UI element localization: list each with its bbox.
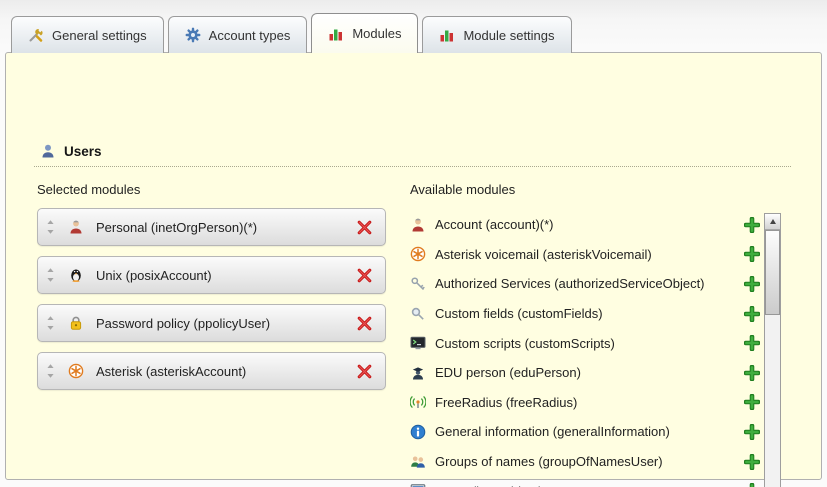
module-label: Hosts (hostObject) xyxy=(435,484,736,487)
lock-icon xyxy=(68,315,84,331)
selected-module-row[interactable]: Personal (inetOrgPerson)(*) xyxy=(37,208,386,246)
add-module-button[interactable] xyxy=(744,276,760,292)
add-module-button[interactable] xyxy=(744,306,760,322)
remove-module-button[interactable] xyxy=(356,363,373,380)
available-module-row: Custom fields (customFields) xyxy=(410,299,760,329)
add-module-button[interactable] xyxy=(744,335,760,351)
remove-module-button[interactable] xyxy=(356,267,373,284)
tab-bar: General settings Account types Modules Modu… xyxy=(11,13,572,53)
host-icon xyxy=(410,483,426,487)
scrollbar-up-button[interactable] xyxy=(765,214,780,230)
penguin-icon xyxy=(68,267,84,283)
selected-module-row[interactable]: Password policy (ppolicyUser) xyxy=(37,304,386,342)
info-icon xyxy=(410,424,426,440)
keys-icon xyxy=(410,276,426,292)
drag-handle-icon[interactable] xyxy=(46,267,55,283)
content-panel: Users Selected modules Available modules… xyxy=(5,52,822,480)
module-label: Unix (posixAccount) xyxy=(96,268,356,283)
edu-person-icon xyxy=(410,365,426,381)
asterisk-icon xyxy=(410,246,426,262)
add-module-button[interactable] xyxy=(744,483,760,487)
module-label: Password policy (ppolicyUser) xyxy=(96,316,356,331)
selected-modules-list: Personal (inetOrgPerson)(*) Unix (posixAc… xyxy=(37,208,386,400)
available-module-row: Account (account)(*) xyxy=(410,210,760,240)
module-label: Asterisk (asteriskAccount) xyxy=(96,364,356,379)
module-label: EDU person (eduPerson) xyxy=(435,365,736,380)
available-module-row: FreeRadius (freeRadius) xyxy=(410,388,760,418)
module-label: Authorized Services (authorizedServiceOb… xyxy=(435,276,736,291)
module-label: Account (account)(*) xyxy=(435,217,736,232)
module-settings-icon xyxy=(439,27,455,43)
available-module-row: Groups of names (groupOfNamesUser) xyxy=(410,447,760,477)
tab-general-settings[interactable]: General settings xyxy=(11,16,164,53)
selected-modules-heading: Selected modules xyxy=(37,182,140,197)
remove-module-button[interactable] xyxy=(356,219,373,236)
module-label: FreeRadius (freeRadius) xyxy=(435,395,736,410)
available-module-row: Asterisk voicemail (asteriskVoicemail) xyxy=(410,240,760,270)
module-label: Custom fields (customFields) xyxy=(435,306,736,321)
section-divider xyxy=(34,166,791,167)
tab-label: Modules xyxy=(352,26,401,41)
modules-icon xyxy=(328,26,344,42)
module-label: Personal (inetOrgPerson)(*) xyxy=(96,220,356,235)
tab-account-types[interactable]: Account types xyxy=(168,16,308,53)
users-section-header: Users xyxy=(40,143,102,159)
gear-icon xyxy=(185,27,201,43)
asterisk-icon xyxy=(68,363,84,379)
add-module-button[interactable] xyxy=(744,394,760,410)
available-module-row: EDU person (eduPerson) xyxy=(410,358,760,388)
add-module-button[interactable] xyxy=(744,424,760,440)
module-label: Groups of names (groupOfNamesUser) xyxy=(435,454,736,469)
tab-label: Module settings xyxy=(463,28,554,43)
tab-label: Account types xyxy=(209,28,291,43)
magnifier-icon xyxy=(410,306,426,322)
group-icon xyxy=(410,454,426,470)
lam-configuration-page: General settings Account types Modules Modu… xyxy=(0,0,827,487)
add-module-button[interactable] xyxy=(744,454,760,470)
available-module-row: Hosts (hostObject) xyxy=(410,476,760,487)
module-label: Custom scripts (customScripts) xyxy=(435,336,736,351)
arrow-up-icon xyxy=(770,219,776,224)
drag-handle-icon[interactable] xyxy=(46,315,55,331)
selected-module-row[interactable]: Asterisk (asteriskAccount) xyxy=(37,352,386,390)
available-modules-list: Account (account)(*) Asterisk voicemail (… xyxy=(410,210,760,487)
tab-modules[interactable]: Modules xyxy=(311,13,418,53)
person-icon xyxy=(68,219,84,235)
drag-handle-icon[interactable] xyxy=(46,219,55,235)
users-icon xyxy=(40,143,56,159)
add-module-button[interactable] xyxy=(744,246,760,262)
selected-module-row[interactable]: Unix (posixAccount) xyxy=(37,256,386,294)
scrollbar[interactable] xyxy=(764,213,781,487)
module-label: General information (generalInformation) xyxy=(435,424,736,439)
drag-handle-icon[interactable] xyxy=(46,363,55,379)
person-icon xyxy=(410,217,426,233)
module-label: Asterisk voicemail (asteriskVoicemail) xyxy=(435,247,736,262)
available-modules-heading: Available modules xyxy=(410,182,515,197)
scrollbar-thumb[interactable] xyxy=(765,230,780,315)
available-module-row: General information (generalInformation) xyxy=(410,417,760,447)
section-title: Users xyxy=(64,144,102,159)
tools-icon xyxy=(28,27,44,43)
antenna-icon xyxy=(410,394,426,410)
available-module-row: Authorized Services (authorizedServiceOb… xyxy=(410,269,760,299)
available-module-row: Custom scripts (customScripts) xyxy=(410,328,760,358)
tab-module-settings[interactable]: Module settings xyxy=(422,16,571,53)
add-module-button[interactable] xyxy=(744,365,760,381)
tab-label: General settings xyxy=(52,28,147,43)
remove-module-button[interactable] xyxy=(356,315,373,332)
add-module-button[interactable] xyxy=(744,217,760,233)
terminal-icon xyxy=(410,335,426,351)
